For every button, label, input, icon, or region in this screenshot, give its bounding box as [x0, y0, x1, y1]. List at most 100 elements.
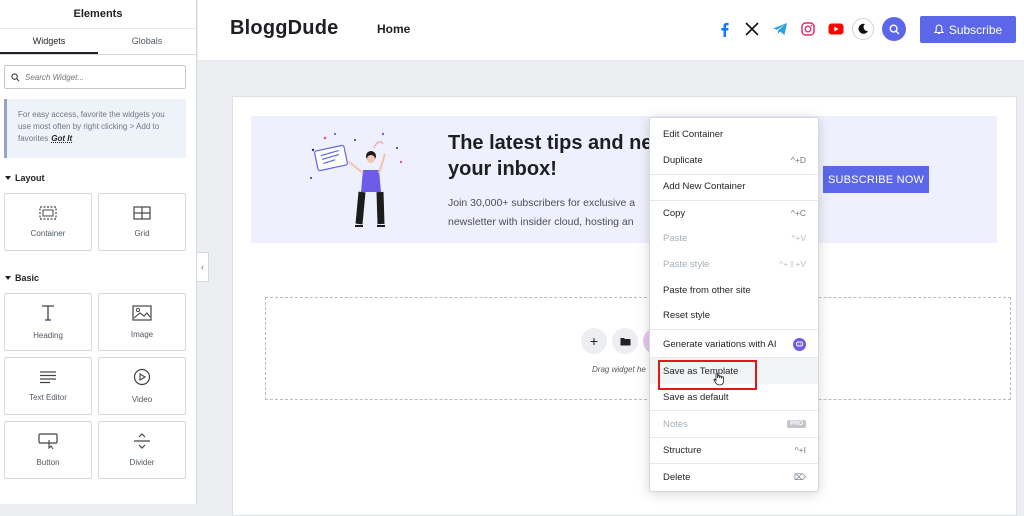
pro-badge: PRO [786, 420, 806, 428]
menu-separator [650, 329, 818, 330]
tab-globals[interactable]: Globals [98, 29, 196, 54]
category-label: Basic [15, 273, 40, 283]
elements-panel: Elements Widgets Globals For easy access… [0, 0, 197, 504]
menu-label: Structure [663, 444, 702, 456]
folder-icon [620, 337, 630, 345]
widget-label: Text Editor [29, 393, 67, 402]
add-template-button[interactable] [612, 328, 638, 354]
annotation-highlight-box [658, 360, 757, 390]
menu-shortcut: ^+I [794, 445, 806, 455]
heading-icon [42, 305, 54, 321]
got-it-link[interactable]: Got It [51, 134, 72, 143]
widget-video[interactable]: Video [98, 357, 186, 415]
widget-divider[interactable]: Divider [98, 421, 186, 479]
widget-heading[interactable]: Heading [4, 293, 92, 351]
hero-title-line: your inbox! [448, 158, 557, 180]
widget-label: Heading [33, 331, 63, 340]
collapse-panel-button[interactable]: ‹ [197, 252, 209, 282]
menu-shortcut: ^+⇧+V [779, 258, 806, 269]
hero-text-line: newsletter with insider cloud, hosting a… [448, 216, 634, 228]
text-editor-icon [40, 371, 56, 384]
menu-label: Generate variations with AI [663, 338, 777, 350]
widget-container[interactable]: Container [4, 193, 92, 251]
widget-grid[interactable]: Grid [98, 193, 186, 251]
widget-button[interactable]: Button [4, 421, 92, 479]
site-header: BloggDude Home Subscribe [198, 0, 1024, 61]
menu-shortcut: ^+C [790, 208, 806, 218]
menu-shortcut: ⌦ [793, 471, 806, 482]
youtube-icon[interactable] [827, 19, 845, 39]
search-input[interactable] [25, 72, 175, 82]
add-section-button[interactable]: + [581, 328, 607, 354]
widget-search[interactable] [4, 65, 186, 89]
menu-item-edit-container[interactable]: Edit Container [650, 121, 818, 147]
divider-icon [134, 433, 150, 449]
menu-item-structure[interactable]: Structure ^+I [650, 437, 818, 463]
widget-label: Container [30, 229, 66, 238]
chevron-left-icon: ‹ [201, 262, 204, 272]
menu-label: Notes [663, 418, 688, 430]
basic-widgets: Heading Image Text Editor Video Button D… [4, 293, 196, 479]
menu-item-delete[interactable]: Delete ⌦ [650, 464, 818, 490]
menu-item-copy[interactable]: Copy ^+C [650, 200, 818, 226]
menu-label: Delete [663, 471, 691, 483]
bell-icon [933, 24, 944, 35]
caret-down-icon [5, 176, 11, 180]
menu-shortcut: ^+V [791, 233, 806, 243]
menu-item-reset-style[interactable]: Reset style [650, 302, 818, 328]
plus-icon: + [589, 333, 599, 349]
widget-text-editor[interactable]: Text Editor [4, 357, 92, 415]
container-icon [39, 206, 57, 220]
search-icon [11, 72, 20, 81]
site-search-button[interactable] [882, 17, 906, 41]
hand-cursor-icon [713, 372, 724, 386]
button-icon [38, 433, 58, 449]
nav-home-link[interactable]: Home [377, 22, 410, 36]
menu-label: Edit Container [663, 128, 724, 140]
video-icon [133, 368, 151, 386]
menu-item-duplicate[interactable]: Duplicate ^+D [650, 147, 818, 173]
header-subscribe-button[interactable]: Subscribe [920, 16, 1016, 43]
image-icon [132, 305, 152, 321]
caret-down-icon [5, 276, 11, 280]
widget-label: Button [36, 458, 60, 467]
menu-item-paste-style[interactable]: Paste style ^+⇧+V [650, 251, 818, 277]
widget-label: Video [131, 395, 153, 404]
empty-drop-zone[interactable]: + Drag widget he [265, 297, 1011, 400]
telegram-icon[interactable] [771, 19, 789, 39]
menu-label: Paste [663, 232, 688, 244]
menu-item-paste[interactable]: Paste ^+V [650, 225, 818, 251]
menu-label: Save as default [663, 391, 729, 403]
panel-tabs: Widgets Globals [0, 29, 196, 55]
hero-title: The latest tips and ne your inbox! [448, 130, 668, 182]
menu-item-notes[interactable]: Notes PRO [650, 411, 818, 437]
menu-label: Reset style [663, 309, 710, 321]
widget-image[interactable]: Image [98, 293, 186, 351]
x-icon[interactable] [743, 19, 761, 39]
tab-widgets[interactable]: Widgets [0, 29, 98, 54]
subscribe-now-button[interactable]: SUBSCRIBE NOW [823, 166, 929, 193]
moon-icon [858, 23, 868, 34]
panel-title: Elements [0, 0, 196, 29]
menu-shortcut: ^+D [790, 155, 806, 165]
layout-widgets: Container Grid [4, 193, 196, 251]
widget-label: Divider [129, 458, 155, 467]
menu-item-generate-variations-ai[interactable]: Generate variations with AI [650, 331, 818, 357]
menu-item-add-new-container[interactable]: Add New Container [650, 173, 818, 199]
dark-mode-toggle[interactable] [852, 18, 874, 40]
instagram-icon[interactable] [799, 19, 817, 39]
hero-title-line: The latest tips and ne [448, 132, 653, 154]
category-layout[interactable]: Layout [5, 173, 196, 183]
widget-label: Grid [134, 229, 150, 238]
newsletter-hero[interactable]: The latest tips and ne your inbox! Join … [251, 116, 997, 243]
menu-item-paste-from-other-site[interactable]: Paste from other site [650, 277, 818, 303]
hero-text-line: Join 30,000+ subscribers for exclusive a [448, 197, 636, 209]
facebook-icon[interactable] [715, 19, 733, 39]
drop-zone-text: Drag widget he [592, 365, 646, 374]
grid-icon [133, 206, 151, 220]
hero-description: Join 30,000+ subscribers for exclusive a… [448, 194, 658, 232]
site-logo[interactable]: BloggDude [230, 17, 338, 40]
category-basic[interactable]: Basic [5, 273, 196, 283]
widget-label: Image [130, 330, 154, 339]
social-icons [715, 19, 845, 39]
